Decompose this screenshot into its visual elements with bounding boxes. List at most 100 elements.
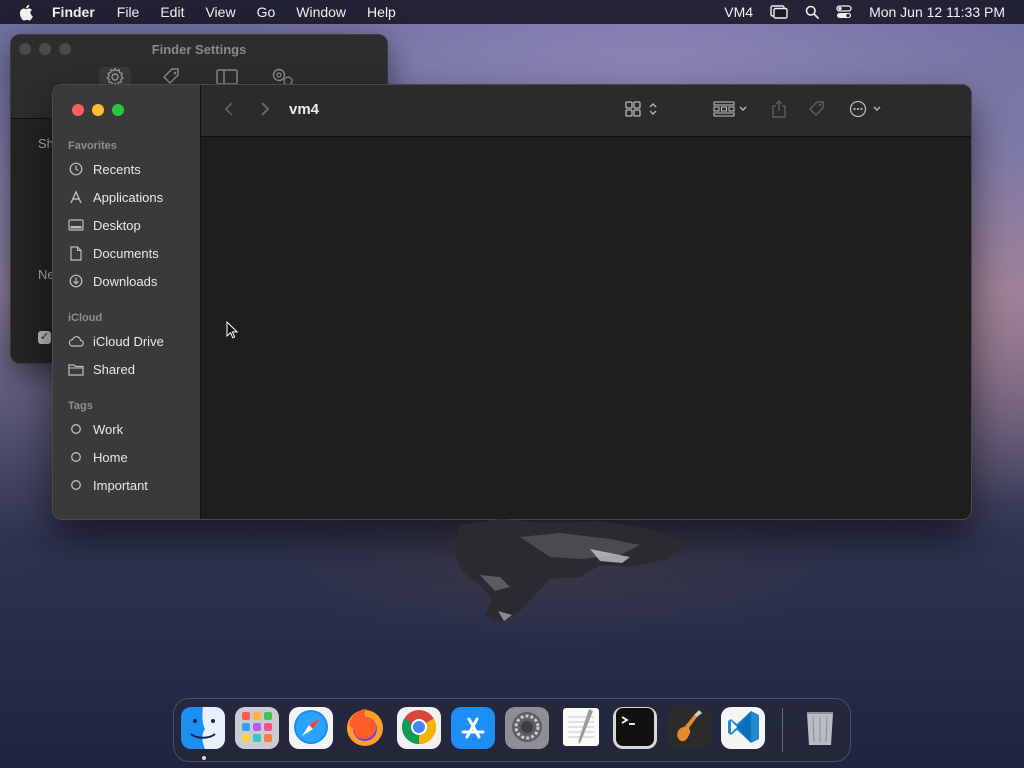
vscode-icon	[721, 707, 765, 751]
sidebar-item-label: Downloads	[93, 273, 158, 289]
settings-checkbox[interactable]: ✓	[38, 331, 51, 344]
desktop-icon	[67, 216, 85, 234]
sidebar-item-label: Shared	[93, 361, 135, 377]
sidebar-item-label: iCloud Drive	[93, 333, 164, 349]
control-center-icon[interactable]	[836, 5, 852, 19]
sidebar-item-tag-work[interactable]: Work	[67, 418, 123, 440]
view-mode-button[interactable]	[623, 99, 663, 123]
status-vm4[interactable]: VM4	[724, 4, 753, 20]
forward-button[interactable]	[257, 99, 273, 123]
dock-app-app-store[interactable]	[451, 707, 495, 751]
sidebar-item-label: Home	[93, 449, 128, 465]
apple-menu-icon[interactable]	[18, 4, 36, 21]
spotlight-search-icon[interactable]	[805, 5, 819, 19]
sidebar-item-label: Applications	[93, 189, 164, 205]
chrome-icon	[397, 707, 441, 751]
sidebar-section-favorites: Favorites	[68, 140, 117, 152]
cloud-icon	[67, 332, 85, 350]
actions-button[interactable]	[847, 99, 887, 123]
download-icon	[67, 272, 85, 290]
grid-view-icon	[624, 100, 662, 123]
finder-running-indicator	[202, 756, 206, 760]
menu-edit[interactable]: Edit	[160, 4, 184, 20]
dock	[173, 698, 851, 762]
share-button[interactable]	[767, 99, 791, 123]
tag-circle-icon	[67, 448, 85, 466]
sidebar-item-label: Documents	[93, 245, 159, 261]
sidebar-item-documents[interactable]: Documents	[67, 242, 159, 264]
finder-sidebar: Favorites Recents Applications Desktop D…	[53, 85, 201, 519]
finder-minimize-button[interactable]	[92, 104, 104, 116]
finder-close-button[interactable]	[72, 104, 84, 116]
group-icon	[712, 100, 750, 123]
group-by-button[interactable]	[711, 99, 751, 123]
sidebar-section-tags: Tags	[68, 400, 93, 412]
sidebar-item-label: Desktop	[93, 217, 141, 233]
dock-app-firefox[interactable]	[343, 707, 387, 751]
sidebar-section-icloud: iCloud	[68, 312, 103, 324]
clock-icon	[67, 160, 85, 178]
sidebar-item-label: Work	[93, 421, 124, 437]
dock-app-launchpad[interactable]	[235, 707, 279, 751]
dock-app-textedit[interactable]	[559, 707, 603, 751]
share-icon	[771, 99, 787, 124]
tags-button[interactable]	[805, 99, 829, 123]
dock-app-garageband[interactable]	[667, 707, 711, 751]
menu-clock[interactable]: Mon Jun 12 11:33 PM	[869, 4, 1005, 20]
window-path-title: vm4	[289, 101, 320, 118]
sidebar-item-recents[interactable]: Recents	[67, 158, 141, 180]
sidebar-item-tag-home[interactable]: Home	[67, 446, 128, 468]
sidebar-item-label: Important	[93, 477, 148, 493]
menu-bar: Finder File Edit View Go Window Help VM4…	[0, 0, 1024, 24]
finder-window[interactable]: Favorites Recents Applications Desktop D…	[52, 84, 972, 520]
safari-icon	[289, 707, 333, 751]
applications-icon	[67, 188, 85, 206]
launchpad-icon	[235, 707, 279, 751]
sidebar-item-tag-important[interactable]: Important	[67, 474, 148, 496]
sidebar-item-label: Recents	[93, 161, 141, 177]
sidebar-item-applications[interactable]: Applications	[67, 186, 163, 208]
finder-icon	[181, 707, 225, 751]
back-button[interactable]	[221, 99, 237, 123]
dock-app-finder[interactable]	[181, 707, 225, 751]
finder-zoom-button[interactable]	[112, 104, 124, 116]
settings-window-title: Finder Settings	[151, 42, 247, 57]
sidebar-item-desktop[interactable]: Desktop	[67, 214, 141, 236]
menu-go[interactable]: Go	[257, 4, 276, 20]
menu-app-finder[interactable]: Finder	[52, 4, 95, 20]
terminal-icon	[613, 707, 657, 751]
dock-separator	[782, 708, 783, 752]
dock-app-terminal[interactable]	[613, 707, 657, 751]
finder-toolbar: vm4	[201, 85, 971, 137]
wallpaper-island	[440, 515, 700, 635]
system-settings-icon	[505, 707, 549, 751]
sidebar-item-icloud-drive[interactable]: iCloud Drive	[67, 330, 164, 352]
dock-app-vscode[interactable]	[721, 707, 765, 751]
chevron-right-icon	[260, 101, 270, 122]
finder-window-controls	[72, 104, 124, 116]
dock-app-system-settings[interactable]	[505, 707, 549, 751]
trash-icon	[798, 707, 842, 751]
menu-window[interactable]: Window	[296, 4, 346, 20]
menu-file[interactable]: File	[117, 4, 140, 20]
tag-icon	[807, 99, 827, 124]
file-browser-area[interactable]	[201, 137, 971, 519]
garageband-icon	[667, 707, 711, 751]
screen-mirroring-icon[interactable]	[770, 5, 788, 19]
more-actions-icon	[848, 100, 886, 123]
tag-circle-icon	[67, 420, 85, 438]
app-store-icon	[451, 707, 495, 751]
dock-trash[interactable]	[798, 707, 842, 751]
sidebar-item-downloads[interactable]: Downloads	[67, 270, 157, 292]
mouse-pointer-icon	[226, 320, 239, 344]
textedit-icon	[559, 707, 603, 751]
sidebar-item-shared[interactable]: Shared	[67, 358, 135, 380]
tag-circle-icon	[67, 476, 85, 494]
firefox-icon	[343, 707, 387, 751]
dock-app-chrome[interactable]	[397, 707, 441, 751]
shared-folder-icon	[67, 360, 85, 378]
document-icon	[67, 244, 85, 262]
menu-help[interactable]: Help	[367, 4, 396, 20]
menu-view[interactable]: View	[205, 4, 235, 20]
dock-app-safari[interactable]	[289, 707, 333, 751]
